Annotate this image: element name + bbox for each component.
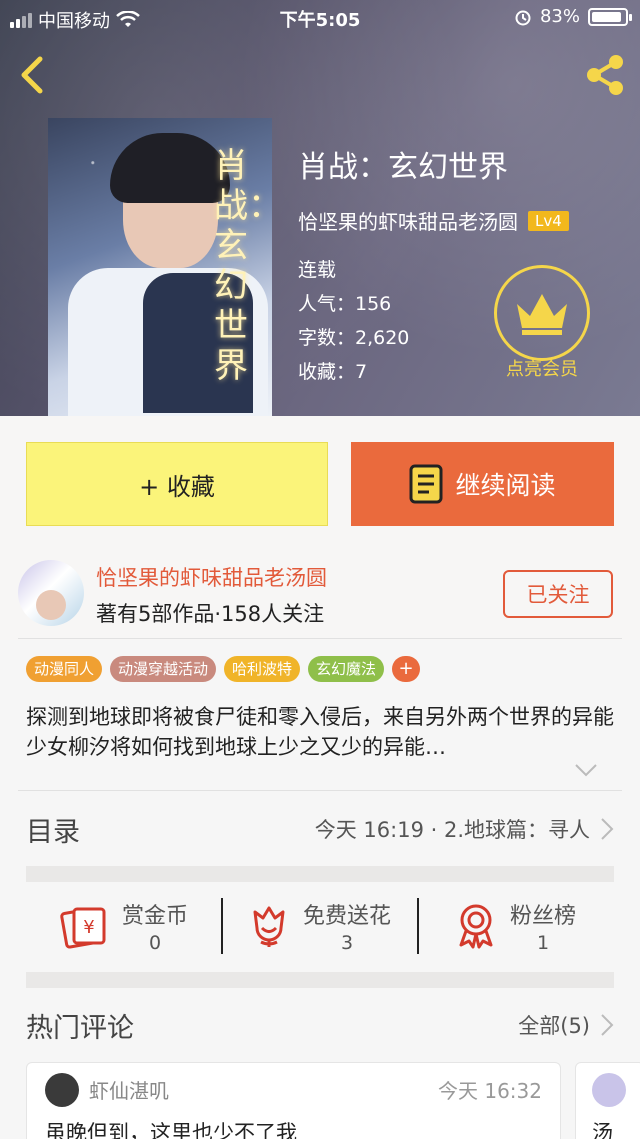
back-button[interactable] — [14, 55, 50, 95]
reward-coins-text: 赏金币 0 — [122, 898, 188, 954]
stat-value: 1 — [536, 932, 550, 954]
vip-label: 点亮会员 — [506, 359, 578, 380]
support-stats: ¥ 赏金币 0 免费送花 3 粉丝榜 1 — [26, 880, 614, 972]
comment-carousel: 虾仙湛叽 今天 16:32 虽晚但到，这里也少不了我 汤 — [26, 1062, 640, 1139]
toc-latest[interactable]: 今天 16:19 · 2.地球篇：寻人 — [315, 814, 614, 844]
stat-title: 粉丝榜 — [509, 904, 576, 929]
expand-summary-button[interactable] — [574, 762, 598, 781]
commenter-name[interactable]: 虾仙湛叽 — [89, 1075, 169, 1104]
stat-value: 3 — [340, 932, 354, 954]
cover-title: 肖战：玄幻世界 — [214, 146, 272, 386]
chevron-right-icon — [601, 1014, 614, 1036]
comment-text: 汤 — [592, 1121, 613, 1139]
reward-coins[interactable]: ¥ 赏金币 0 — [26, 880, 222, 972]
comment-time: 今天 16:32 — [438, 1079, 542, 1103]
book-summary[interactable]: 探测到地球即将被食尸徒和零入侵后，来自另外两个世界的异能少女柳汐将如何找到地球上… — [26, 702, 616, 762]
comment-text: 虽晚但到，这里也少不了我 — [45, 1121, 297, 1139]
all-comments-link[interactable]: 全部(5) — [518, 1010, 614, 1040]
tag[interactable]: 动漫穿越活动 — [110, 656, 217, 682]
free-flowers[interactable]: 免费送花 3 — [222, 880, 418, 972]
section-separator — [26, 972, 614, 988]
toc-latest-chapter: 今天 16:19 · 2.地球篇：寻人 — [314, 818, 590, 842]
author-stats: 著有5部作品·158人关注 — [96, 602, 325, 626]
author-avatar[interactable] — [18, 560, 84, 626]
battery-percent: 83% — [539, 6, 580, 27]
comment-card[interactable]: 虾仙湛叽 今天 16:32 虽晚但到，这里也少不了我 — [26, 1062, 561, 1139]
divider — [18, 638, 622, 639]
battery-icon — [588, 7, 632, 26]
book-title: 肖战：玄幻世界 — [298, 150, 508, 185]
flower-icon — [253, 906, 285, 947]
continue-reading-label: 继续阅读 — [455, 471, 556, 500]
author-level-badge: Lv4 — [528, 210, 569, 231]
follow-button[interactable]: 已关注 — [503, 570, 613, 618]
more-tags-button[interactable]: + — [392, 656, 421, 682]
chevron-left-icon — [21, 56, 43, 94]
author-section: 恰坚果的虾味甜品老汤圆 著有5部作品·158人关注 已关注 — [0, 548, 640, 640]
svg-text:¥: ¥ — [83, 917, 94, 938]
free-flowers-text: 免费送花 3 — [303, 898, 391, 954]
book-icon — [409, 464, 443, 504]
status-right: 83% — [514, 6, 632, 27]
tag[interactable]: 玄幻魔法 — [308, 656, 385, 682]
status-bar: 中国移动 下午5:05 83% — [0, 0, 640, 36]
crown-icon — [517, 294, 567, 335]
collect-button[interactable]: + 收藏 — [26, 442, 328, 526]
action-bar: + 收藏 继续阅读 — [0, 416, 640, 548]
fan-ranking-text: 粉丝榜 1 — [510, 898, 576, 954]
comment-card[interactable]: 汤 — [575, 1062, 640, 1139]
toc-heading: 目录 — [26, 816, 80, 848]
stat-title: 赏金币 — [121, 904, 188, 929]
continue-reading-button[interactable]: 继续阅读 — [351, 442, 614, 526]
comments-heading: 热门评论 — [26, 1012, 134, 1044]
commenter-avatar[interactable] — [592, 1073, 626, 1107]
stat-value: 0 — [148, 932, 162, 954]
chevron-down-icon — [575, 764, 597, 777]
tag[interactable]: 动漫同人 — [26, 656, 103, 682]
stat-divider — [417, 898, 419, 954]
share-button[interactable] — [582, 52, 628, 98]
share-icon — [587, 55, 623, 95]
comments-header: 热门评论 全部(5) — [26, 1004, 614, 1046]
vip-circle — [494, 265, 590, 361]
all-comments-label: 全部(5) — [518, 1014, 590, 1038]
author-name[interactable]: 恰坚果的虾味甜品老汤圆 — [96, 562, 327, 592]
alarm-icon — [515, 10, 531, 25]
book-header: 中国移动 下午5:05 83% 肖战 玄幻世界 肖战：玄幻世界 恰坚果的虾味甜品… — [0, 0, 640, 416]
book-author-row: 恰坚果的虾味甜品老汤圆 Lv4 — [298, 206, 569, 235]
vip-button[interactable]: 点亮会员 — [494, 265, 590, 381]
divider — [18, 790, 622, 791]
fan-ranking[interactable]: 粉丝榜 1 — [418, 880, 614, 972]
stat-divider — [221, 898, 223, 954]
tag-list: 动漫同人 动漫穿越活动 哈利波特 玄幻魔法 + — [26, 656, 421, 682]
stat-title: 免费送花 — [302, 904, 391, 929]
ribbon-badge-icon — [459, 904, 493, 949]
chevron-right-icon — [601, 818, 614, 840]
toc-row[interactable]: 目录 今天 16:19 · 2.地球篇：寻人 — [26, 808, 614, 850]
coin-envelope-icon: ¥ — [60, 907, 106, 949]
commenter-avatar[interactable] — [45, 1073, 79, 1107]
book-author[interactable]: 恰坚果的虾味甜品老汤圆 — [298, 206, 518, 235]
book-cover[interactable]: 肖战：玄幻世界 — [48, 118, 272, 416]
tag[interactable]: 哈利波特 — [224, 656, 301, 682]
